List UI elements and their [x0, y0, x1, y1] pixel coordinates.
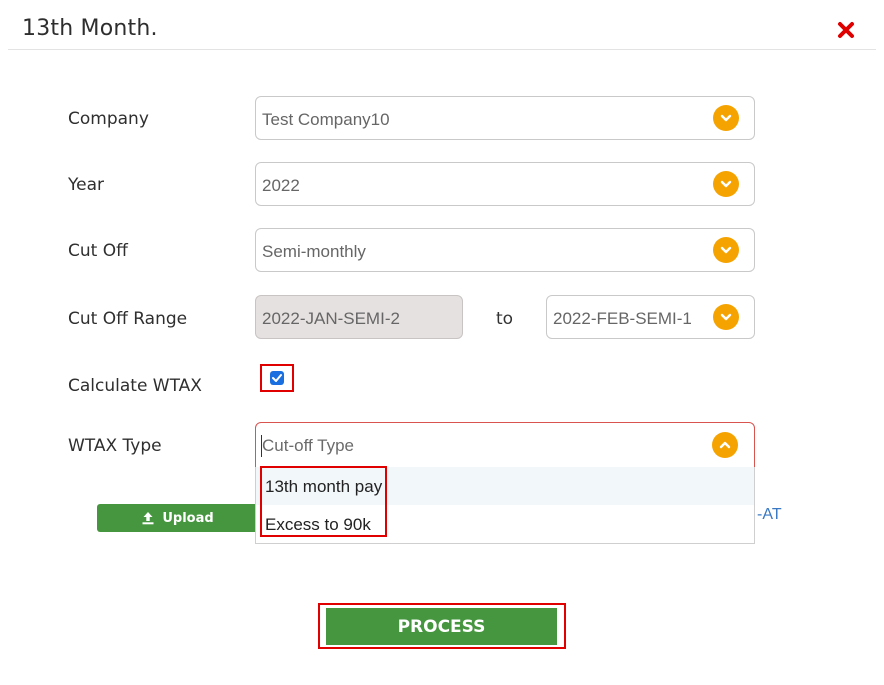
cutoff-range-to-select[interactable]: 2022-FEB-SEMI-1 [546, 295, 755, 339]
template-link-partial[interactable]: -AT [757, 506, 782, 524]
chevron-down-icon [713, 105, 739, 131]
cutoff-range-from-value: 2022-JAN-SEMI-2 [262, 309, 400, 328]
year-label: Year [68, 175, 104, 195]
wtax-type-label: WTAX Type [68, 436, 162, 456]
cutoff-select[interactable]: Semi-monthly [255, 228, 755, 272]
modal-header: 13th Month. [0, 0, 884, 50]
upload-button[interactable]: Upload [97, 504, 257, 532]
company-label: Company [68, 109, 149, 129]
calculate-wtax-checkbox[interactable] [270, 371, 284, 385]
chevron-down-icon [713, 171, 739, 197]
wtax-type-select[interactable]: Cut-off Type [255, 422, 755, 468]
upload-label: Upload [162, 510, 214, 526]
company-value: Test Company10 [262, 110, 390, 129]
wtax-type-placeholder: Cut-off Type [262, 436, 354, 455]
year-select[interactable]: 2022 [255, 162, 755, 206]
chevron-up-icon [712, 432, 738, 458]
upload-icon [142, 512, 154, 525]
cutoff-label: Cut Off [68, 241, 128, 261]
header-divider [8, 49, 876, 50]
cutoff-range-from-field: 2022-JAN-SEMI-2 [255, 295, 463, 339]
range-to-label: to [496, 309, 514, 329]
options-highlight [260, 466, 387, 537]
process-button[interactable]: PROCESS [326, 608, 557, 645]
cutoff-value: Semi-monthly [262, 242, 366, 261]
year-value: 2022 [262, 176, 300, 195]
calculate-wtax-label: Calculate WTAX [68, 376, 202, 396]
cutoff-range-to-value: 2022-FEB-SEMI-1 [553, 309, 692, 328]
close-icon[interactable] [834, 18, 858, 42]
company-select[interactable]: Test Company10 [255, 96, 755, 140]
chevron-down-icon [713, 304, 739, 330]
calculate-wtax-highlight [260, 364, 294, 392]
modal-title: 13th Month. [22, 16, 158, 41]
chevron-down-icon [713, 237, 739, 263]
cutoff-range-label: Cut Off Range [68, 309, 188, 329]
